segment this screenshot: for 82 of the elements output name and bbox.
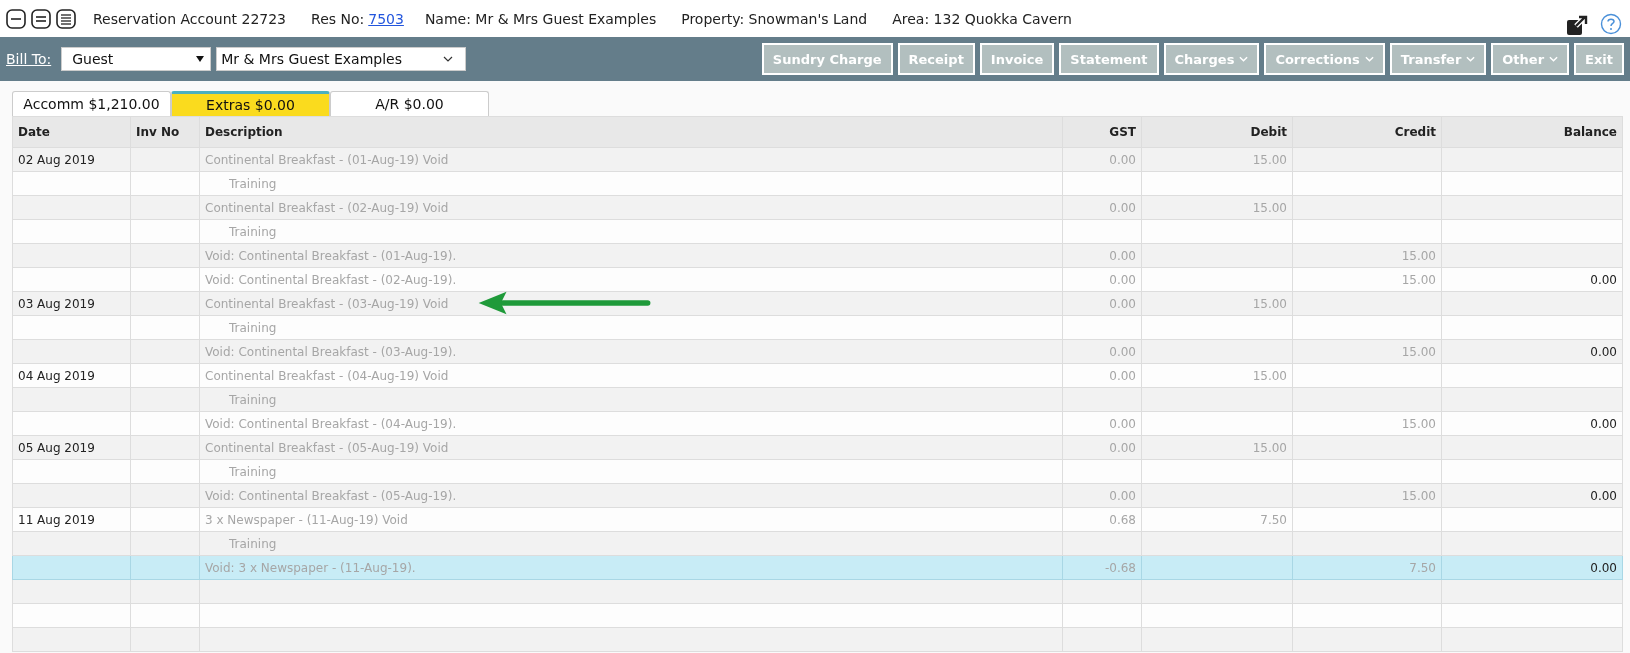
field-label: Res No: (311, 10, 365, 27)
column-header[interactable]: Description (199, 116, 1063, 148)
cell-text: 0.00 (1109, 248, 1136, 263)
cell-text: 0.00 (1109, 200, 1136, 215)
description-text: Void: Continental Breakfast - (02-Aug-19). (205, 272, 457, 287)
cell-text: 15.00 (1252, 200, 1287, 215)
cell-text: 15.00 (1401, 488, 1436, 503)
cell-text: 0.00 (1109, 272, 1136, 287)
cell-text: 04 Aug 2019 (18, 368, 95, 383)
expand-icon[interactable] (31, 8, 51, 29)
cell-text: 0.00 (1590, 416, 1617, 431)
cell-text: 0.00 (1590, 488, 1617, 503)
cell-text: 15.00 (1252, 152, 1287, 167)
description-text: 3 x Newspaper - (11-Aug-19) Void (205, 512, 408, 527)
cell-text: -0.68 (1104, 560, 1136, 575)
cell-text: 0.68 (1109, 512, 1136, 527)
cell-text: 15.00 (1401, 248, 1436, 263)
chevron-down-icon (1549, 56, 1559, 62)
tab[interactable]: Accomm $1,210.00 (12, 91, 171, 116)
description-text: Void: Continental Breakfast - (05-Aug-19). (205, 488, 457, 503)
description-text: Training (228, 224, 277, 239)
cell-text: 15.00 (1401, 344, 1436, 359)
cell-text: 05 Aug 2019 (18, 440, 95, 455)
column-header[interactable]: GST (1062, 116, 1142, 148)
description-text: Training (228, 320, 277, 335)
cell-text: 02 Aug 2019 (18, 152, 95, 167)
chevron-down-icon (1364, 56, 1374, 62)
cell-text: 0.00 (1590, 560, 1617, 575)
guest-select[interactable]: Mr & Mrs Guest Examples (216, 47, 467, 71)
chevron-down-icon (1239, 56, 1249, 62)
description-text: Void: Continental Breakfast - (04-Aug-19). (205, 416, 457, 431)
cell-text: 0.00 (1109, 344, 1136, 359)
cell-text: 03 Aug 2019 (18, 296, 95, 311)
cell-text: 0.00 (1109, 440, 1136, 455)
cell-text: 0.00 (1109, 488, 1136, 503)
column-header[interactable]: Credit (1292, 116, 1442, 148)
description-text: Void: Continental Breakfast - (01-Aug-19). (205, 248, 457, 263)
description-text: Continental Breakfast - (05-Aug-19) Void (205, 440, 449, 455)
bill-to-link[interactable]: Bill To: (6, 51, 52, 67)
column-header[interactable]: Inv No (130, 116, 200, 148)
description-text: Void: 3 x Newspaper - (11-Aug-19). (205, 560, 416, 575)
chevron-down-icon[interactable] (443, 56, 454, 62)
description-text: Continental Breakfast - (03-Aug-19) Void (205, 296, 449, 311)
cell-text: 15.00 (1401, 272, 1436, 287)
description-text: Training (228, 176, 277, 191)
cell-text: 0.00 (1109, 368, 1136, 383)
cell-text: 7.50 (1409, 560, 1436, 575)
cell-text: 15.00 (1252, 368, 1287, 383)
description-text: Void: Continental Breakfast - (03-Aug-19). (205, 344, 457, 359)
description-text: Continental Breakfast - (02-Aug-19) Void (205, 200, 449, 215)
cell-text: 0.00 (1590, 344, 1617, 359)
description-text: Training (228, 536, 277, 551)
description-text: Training (228, 464, 277, 479)
column-header[interactable]: Date (12, 116, 131, 148)
chevron-down-icon (1466, 56, 1476, 62)
field-text: Property: Snowman's Land (681, 10, 868, 27)
cell-text: 15.00 (1252, 296, 1287, 311)
column-header[interactable]: Debit (1141, 116, 1293, 148)
tab[interactable]: Extras $0.00 (171, 91, 330, 116)
list-icon[interactable] (56, 8, 76, 29)
help-icon[interactable] (1600, 12, 1622, 35)
bill-type-select[interactable]: Guest (61, 47, 212, 71)
field-text: Area: 132 Quokka Cavern (892, 10, 1072, 27)
cell-text: 7.50 (1260, 512, 1287, 527)
dropdown-triangle-icon[interactable] (196, 56, 205, 62)
description-text: Continental Breakfast - (04-Aug-19) Void (205, 368, 449, 383)
cell-text: 0.00 (1109, 416, 1136, 431)
collapse-icon[interactable] (6, 8, 26, 29)
tab[interactable]: A/R $0.00 (330, 91, 489, 116)
cell-text: 0.00 (1590, 272, 1617, 287)
description-text: Continental Breakfast - (01-Aug-19) Void (205, 152, 449, 167)
account-title: Reservation Account 22723 (93, 10, 287, 27)
description-text: Training (228, 392, 277, 407)
cell-text: 15.00 (1401, 416, 1436, 431)
reservation-link[interactable]: 7503 (368, 10, 404, 27)
popout-icon[interactable] (1566, 13, 1588, 36)
field-text: Name: Mr & Mrs Guest Examples (424, 10, 657, 27)
column-header[interactable]: Balance (1441, 116, 1623, 148)
cell-text: 11 Aug 2019 (18, 512, 95, 527)
cell-text: 0.00 (1109, 152, 1136, 167)
cell-text: 15.00 (1252, 440, 1287, 455)
cell-text: 0.00 (1109, 296, 1136, 311)
